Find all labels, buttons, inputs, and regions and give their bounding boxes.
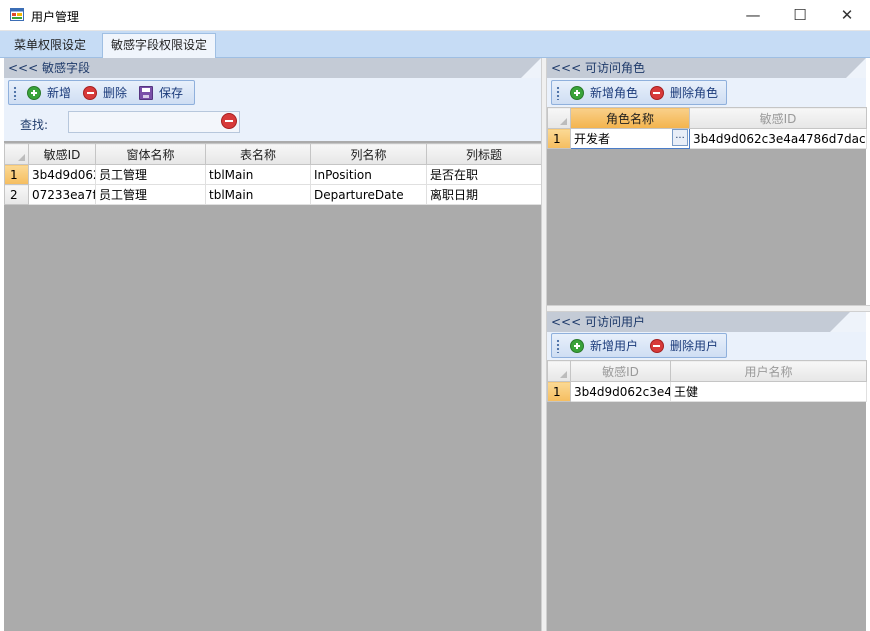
delete-icon [83,85,98,100]
clear-search-icon[interactable] [221,113,237,129]
column-header-role-name[interactable]: 角色名称 [570,107,690,129]
sensitive-fields-grid: 敏感ID 窗体名称 表名称 列名称 列标题 1 3b4d9d062 员工管理 t… [4,143,542,205]
column-header-sensitive-id[interactable]: 敏感ID [689,107,867,129]
add-field-button[interactable]: 新增 [23,82,75,103]
column-header-column-name[interactable]: 列名称 [310,143,427,165]
users-panel: <<< 可访问用户 新增用户 删除用户 敏感ID 用户名称 1 3b4d9d06… [547,312,867,631]
cell-table-name[interactable]: tblMain [205,164,311,185]
row-header[interactable]: 2 [4,184,29,205]
sensitive-fields-toolbar: 新增 删除 保存 [8,80,195,105]
row-header[interactable]: 1 [547,128,571,149]
minimize-icon: — [745,6,761,24]
roles-toolbar: 新增角色 删除角色 [551,80,727,105]
toolbar-grip[interactable] [556,338,560,353]
roles-title[interactable]: <<< 可访问角色 [547,58,866,78]
app-window-icon [10,8,24,21]
delete-icon [649,338,664,353]
grid-corner-header[interactable] [547,360,571,382]
roles-panel: <<< 可访问角色 新增角色 删除角色 角色名称 敏感ID 1 开发者 3b4d… [547,58,867,305]
maximize-icon: ☐ [793,6,807,24]
table-row[interactable]: 2 07233ea7f 员工管理 tblMain DepartureDate 离… [4,184,542,205]
add-icon [569,85,584,100]
cell-column-name[interactable]: DepartureDate [310,184,427,205]
cell-column-name[interactable]: InPosition [310,164,427,185]
add-user-label: 新增用户 [589,339,638,353]
search-label: 查找: [20,118,49,132]
table-row[interactable]: 1 3b4d9d062c3e4 王健 [547,381,867,402]
column-header-sensitive-id[interactable]: 敏感ID [570,360,671,382]
add-field-label: 新增 [47,86,72,100]
grid-corner-header[interactable] [547,107,571,129]
close-icon: ✕ [840,6,854,24]
cell-form-name[interactable]: 员工管理 [95,164,206,185]
horizontal-splitter[interactable] [547,305,870,312]
save-field-label: 保存 [159,86,184,100]
row-header[interactable]: 1 [4,164,29,185]
cell-user-name[interactable]: 王健 [670,381,867,402]
close-button[interactable]: ✕ [824,0,870,30]
column-header-column-caption[interactable]: 列标题 [426,143,542,165]
maximize-button[interactable]: ☐ [777,0,823,30]
tab-sensitive-field-permission[interactable]: 敏感字段权限设定 [102,33,217,59]
column-header-form-name[interactable]: 窗体名称 [95,143,206,165]
title-bar: 用户管理 — ☐ ✕ [0,0,870,31]
add-role-label: 新增角色 [589,86,638,100]
roles-grid: 角色名称 敏感ID 1 开发者 3b4d9d062c3e4a4786d7dace [547,107,867,149]
column-header-user-name[interactable]: 用户名称 [670,360,867,382]
column-header-sensitive-id[interactable]: 敏感ID [28,143,96,165]
cell-form-name[interactable]: 员工管理 [95,184,206,205]
users-header: <<< 可访问用户 [547,312,866,332]
table-row[interactable]: 1 3b4d9d062 员工管理 tblMain InPosition 是否在职 [4,164,542,185]
cell-column-caption[interactable]: 离职日期 [426,184,542,205]
sensitive-fields-header: <<< 敏感字段 [4,58,541,78]
cell-table-name[interactable]: tblMain [205,184,311,205]
tab-strip: 菜单权限设定 敏感字段权限设定 [0,31,870,59]
delete-user-label: 删除用户 [669,339,718,353]
cell-sensitive-id[interactable]: 3b4d9d062c3e4 [570,381,671,402]
delete-icon [649,85,664,100]
users-title[interactable]: <<< 可访问用户 [547,312,850,332]
cell-sensitive-id[interactable]: 3b4d9d062c3e4a4786d7dace [689,128,867,149]
save-icon [139,85,154,100]
column-header-table-name[interactable]: 表名称 [205,143,311,165]
users-toolbar: 新增用户 删除用户 [551,333,727,358]
cell-sensitive-id[interactable]: 07233ea7f [28,184,96,205]
row-header[interactable]: 1 [547,381,571,402]
cell-sensitive-id[interactable]: 3b4d9d062 [28,164,96,185]
save-field-button[interactable]: 保存 [135,82,187,103]
users-grid: 敏感ID 用户名称 1 3b4d9d062c3e4 王健 [547,360,867,402]
toolbar-grip[interactable] [556,85,560,100]
cell-column-caption[interactable]: 是否在职 [426,164,542,185]
delete-role-button[interactable]: 删除角色 [646,82,722,103]
roles-header: <<< 可访问角色 [547,58,866,78]
delete-field-button[interactable]: 删除 [79,82,131,103]
tab-menu-permission[interactable]: 菜单权限设定 [6,34,94,58]
search-input[interactable] [68,111,240,133]
toolbar-grip[interactable] [13,85,17,100]
add-icon [569,338,584,353]
sensitive-fields-title[interactable]: <<< 敏感字段 [4,58,541,78]
add-icon [27,85,41,100]
delete-user-button[interactable]: 删除用户 [646,335,722,356]
delete-role-label: 删除角色 [669,86,718,100]
grid-corner-header[interactable] [4,143,29,165]
window-title: 用户管理 [31,10,80,24]
add-role-button[interactable]: 新增角色 [566,82,642,103]
role-picker-ellipsis-button[interactable]: ... [672,129,688,146]
minimize-button[interactable]: — [730,0,776,30]
delete-field-label: 删除 [103,86,128,100]
sensitive-fields-panel: <<< 敏感字段 新增 删除 保存 敏感ID 窗体名称 表名称 列名称 列标题 … [4,58,542,631]
table-row[interactable]: 1 开发者 3b4d9d062c3e4a4786d7dace [547,128,867,149]
add-user-button[interactable]: 新增用户 [566,335,642,356]
